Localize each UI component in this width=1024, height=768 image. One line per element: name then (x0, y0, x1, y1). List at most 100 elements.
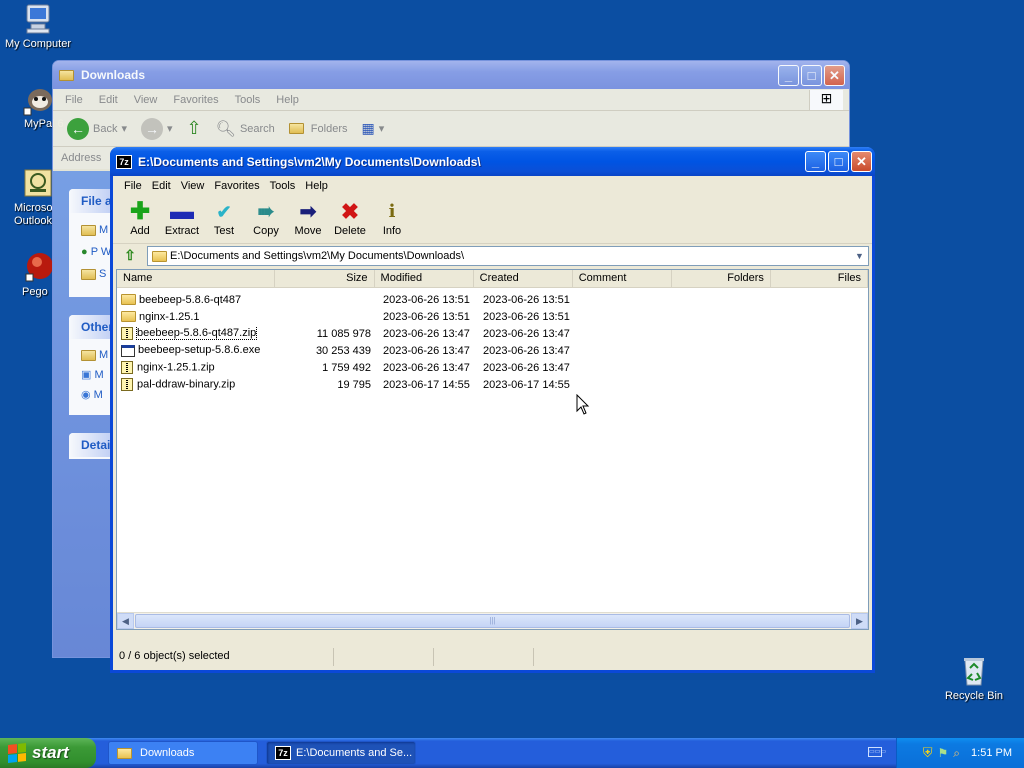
move-button[interactable]: ➡ Move (287, 197, 329, 237)
menu-view[interactable]: View (176, 180, 210, 192)
explorer-toolbar: ← Back ▾ → ▾ ⇧ 🔍︎ Search Folders ▦ ▾ (53, 111, 849, 147)
taskbar: start Downloads 7z E:\Documents and Se..… (0, 738, 1024, 768)
back-button[interactable]: ← Back ▾ (63, 117, 131, 140)
table-row[interactable]: nginx-1.25.1.zip 1 759 492 2023-06-26 13… (117, 359, 868, 376)
menu-view[interactable]: View (134, 94, 158, 106)
search-button[interactable]: 🔍︎ Search (212, 119, 279, 139)
chevron-down-icon: ▾ (378, 123, 385, 135)
desktop-icon-recycle-bin[interactable]: Recycle Bin (934, 654, 1014, 703)
place-link[interactable]: ◉ M (81, 385, 113, 405)
explorer-title-bar[interactable]: Downloads _ □ ✕ (53, 61, 849, 89)
maximize-button[interactable]: □ (828, 151, 849, 172)
table-row[interactable]: pal-ddraw-binary.zip 19 795 2023-06-17 1… (117, 376, 868, 393)
recycle-bin-icon (964, 658, 984, 686)
file-name: beebeep-5.8.6-qt487.zip (135, 327, 258, 340)
chevron-down-icon[interactable]: ▼ (851, 247, 868, 265)
keyboard-icon[interactable]: ▭▭▭ (868, 747, 886, 757)
scroll-right-icon[interactable]: ▶ (851, 613, 868, 629)
up-button[interactable]: ⇧ (183, 118, 206, 139)
file-created: 2023-06-26 13:47 (483, 327, 570, 340)
taskbar-item-downloads[interactable]: Downloads (108, 741, 258, 765)
file-created: 2023-06-26 13:47 (483, 344, 570, 357)
double-arrow-icon: ➠ (257, 201, 275, 223)
folders-button[interactable]: Folders (285, 123, 352, 135)
column-files[interactable]: Files (771, 270, 868, 287)
file-list[interactable]: Name Size Modified Created Comment Folde… (116, 269, 869, 630)
file-modified: 2023-06-26 13:51 (383, 293, 470, 306)
table-row[interactable]: beebeep-setup-5.8.6.exe 30 253 439 2023-… (117, 342, 868, 359)
sevenzip-app-icon: 7z (275, 746, 291, 760)
forward-button[interactable]: → ▾ (137, 117, 177, 140)
sevenzip-window[interactable]: 7z E:\Documents and Settings\vm2\My Docu… (110, 147, 875, 673)
table-row[interactable]: beebeep-5.8.6-qt487 2023-06-26 13:51 202… (117, 291, 868, 308)
file-tasks-header[interactable]: File a (69, 189, 113, 213)
close-button[interactable]: ✕ (824, 65, 845, 86)
delete-button[interactable]: ✖ Delete (329, 197, 371, 238)
scroll-left-icon[interactable]: ◀ (117, 613, 134, 629)
views-button[interactable]: ▦ ▾ (357, 120, 388, 137)
maximize-button[interactable]: □ (801, 65, 822, 86)
folder-icon (59, 69, 74, 81)
column-folders[interactable]: Folders (672, 270, 771, 287)
add-button[interactable]: ✚ Add (119, 197, 161, 238)
menu-edit[interactable]: Edit (147, 180, 176, 192)
security-shield-icon[interactable]: ⛨ (923, 745, 933, 761)
column-name[interactable]: Name (117, 270, 276, 287)
desktop-icon-label: My Computer (4, 38, 72, 50)
search-icon[interactable]: ⌕ (953, 746, 960, 761)
file-name: nginx-1.25.1 (139, 310, 200, 323)
details-panel[interactable]: Detai (69, 433, 113, 459)
system-tray: ⛨ ⚑ ⌕ 1:51 PM (896, 738, 1024, 768)
info-button[interactable]: i Info (371, 197, 413, 237)
close-button[interactable]: ✕ (851, 151, 872, 172)
file-modified: 2023-06-26 13:47 (383, 344, 470, 357)
task-link[interactable]: S (81, 263, 113, 285)
minimize-button[interactable]: _ (778, 65, 799, 86)
task-link[interactable]: M (81, 219, 113, 241)
menu-file[interactable]: File (65, 94, 83, 106)
start-button[interactable]: start (0, 738, 96, 768)
details-header[interactable]: Detai (69, 433, 113, 457)
column-modified[interactable]: Modified (375, 270, 474, 287)
table-row[interactable]: beebeep-5.8.6-qt487.zip 11 085 978 2023-… (117, 325, 868, 342)
column-created[interactable]: Created (474, 270, 573, 287)
menu-file[interactable]: File (119, 180, 147, 192)
menu-tools[interactable]: Tools (265, 180, 301, 192)
up-folder-button[interactable]: ⇧ (119, 246, 141, 266)
file-modified: 2023-06-26 13:47 (383, 361, 470, 374)
menu-tools[interactable]: Tools (235, 94, 261, 106)
test-button[interactable]: ✔ Test (203, 197, 245, 237)
menu-favorites[interactable]: Favorites (173, 94, 218, 106)
taskbar-item-7zip[interactable]: 7z E:\Documents and Se... (266, 741, 416, 765)
sevenzip-address-bar: ⇧ E:\Documents and Settings\vm2\My Docum… (113, 243, 872, 267)
menu-favorites[interactable]: Favorites (209, 180, 264, 192)
folder-icon (81, 349, 96, 361)
column-comment[interactable]: Comment (573, 270, 672, 287)
place-link[interactable]: M (81, 345, 113, 365)
menu-help[interactable]: Help (276, 94, 299, 106)
menu-help[interactable]: Help (300, 180, 333, 192)
menu-edit[interactable]: Edit (99, 94, 118, 106)
extract-button[interactable]: ▬ Extract (161, 197, 203, 238)
file-modified: 2023-06-26 13:47 (383, 327, 470, 340)
sevenzip-app-icon: 7z (116, 154, 132, 169)
scrollbar-thumb[interactable]: ||| (135, 614, 850, 628)
clock[interactable]: 1:51 PM (971, 747, 1012, 759)
chevron-down-icon: ▾ (167, 123, 173, 135)
table-row[interactable]: nginx-1.25.1 2023-06-26 13:51 2023-06-26… (117, 308, 868, 325)
task-link[interactable]: ● P W (81, 241, 113, 263)
address-input[interactable]: E:\Documents and Settings\vm2\My Documen… (147, 246, 869, 266)
desktop-icon-my-computer[interactable]: My Computer (0, 2, 78, 51)
column-size[interactable]: Size (275, 270, 375, 287)
horizontal-scrollbar[interactable]: ◀ ||| ▶ (117, 612, 868, 629)
other-places-panel[interactable]: Other M ▣ M ◉ M (69, 315, 113, 415)
test-label: Test (213, 225, 235, 237)
other-places-header[interactable]: Other (69, 315, 113, 339)
file-tasks-panel[interactable]: File a M ● P W S (69, 189, 113, 297)
windows-flag-icon (8, 743, 26, 763)
minimize-button[interactable]: _ (805, 151, 826, 172)
copy-button[interactable]: ➠ Copy (245, 197, 287, 237)
place-link[interactable]: ▣ M (81, 365, 113, 385)
sevenzip-title-bar[interactable]: 7z E:\Documents and Settings\vm2\My Docu… (110, 147, 875, 176)
network-icon[interactable]: ⚑ (938, 746, 949, 760)
